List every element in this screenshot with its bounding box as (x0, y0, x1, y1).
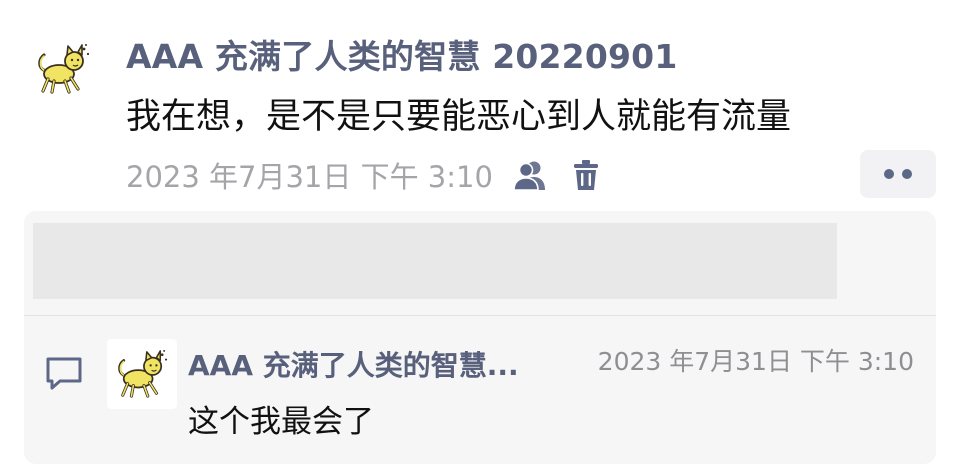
more-dots-icon (884, 169, 894, 179)
yellow-cat-icon (118, 349, 168, 398)
trash-icon[interactable] (569, 158, 603, 192)
post-text: 我在想，是不是只要能恶心到人就能有流量 (126, 97, 792, 137)
more-actions-button[interactable] (860, 150, 936, 198)
more-dots-icon (902, 169, 912, 179)
comment-bubble-icon (44, 353, 84, 393)
moment-post: AAA 充满了人类的智慧 20220901 我在想，是不是只要能恶心到人就能有流… (0, 0, 960, 466)
likes-area (33, 223, 837, 299)
author-name[interactable]: AAA 充满了人类的智慧 20220901 (126, 30, 678, 78)
panel-divider (24, 315, 936, 316)
comment-timestamp: 2023 年7月31日 下午 3:10 (597, 347, 914, 376)
post-meta-row: 2023 年7月31日 下午 3:10 (126, 154, 603, 196)
yellow-cat-icon (38, 44, 90, 94)
people-icon[interactable] (513, 158, 547, 192)
post-timestamp: 2023 年7月31日 下午 3:10 (126, 160, 493, 194)
comment-text[interactable]: 这个我最会了 (188, 396, 374, 441)
interaction-panel: AAA 充满了人类的智慧... 2023 年7月31日 下午 3:10 这个我最… (24, 211, 936, 464)
author-avatar[interactable] (28, 34, 98, 104)
commenter-avatar[interactable] (107, 339, 177, 409)
comment-author-name[interactable]: AAA 充满了人类的智慧... (188, 344, 519, 384)
